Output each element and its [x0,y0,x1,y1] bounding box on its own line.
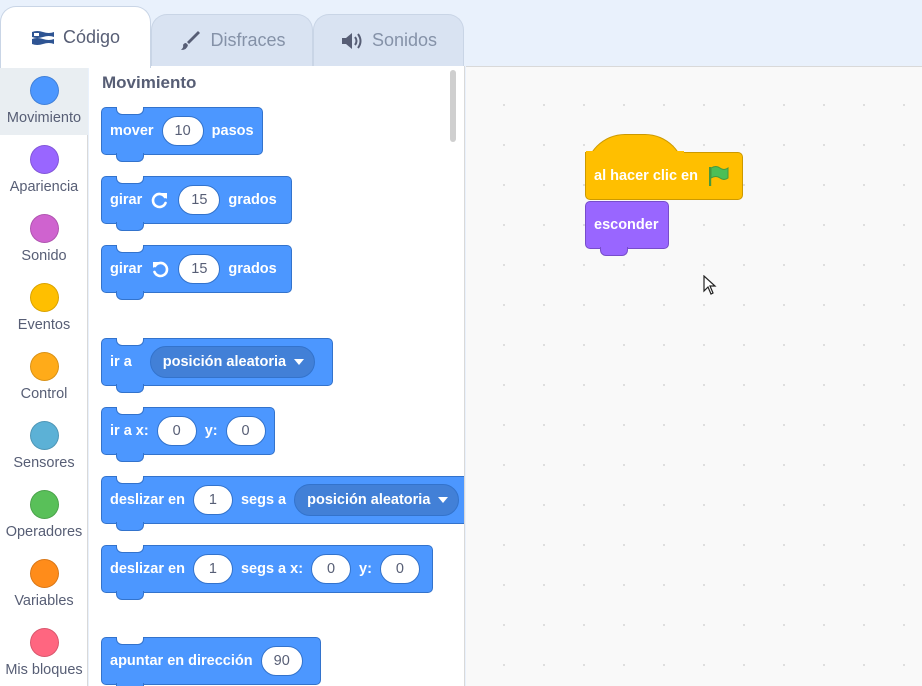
block-palette: Movimiento mover 10 pasos girar 15 grado… [89,66,465,686]
y-input[interactable]: 0 [379,554,420,584]
category-label: Movimiento [6,110,82,126]
category-label: Mis bloques [5,662,83,678]
category-control[interactable]: Control [0,342,88,411]
x-input[interactable]: 0 [311,554,352,584]
category-events[interactable]: Eventos [0,273,88,342]
category-sound[interactable]: Sonido [0,204,88,273]
chevron-down-icon [438,497,449,503]
category-label: Sonido [21,248,67,264]
hat-block-seam [586,151,684,155]
block-label: deslizar en [110,492,185,508]
block-label: segs a x: [240,561,304,577]
seconds-input[interactable]: 1 [192,485,233,515]
editor-tab-bar: Código Disfraces Sonidos [0,0,922,68]
block-point-in-direction[interactable]: apuntar en dirección 90 [101,637,321,686]
degrees-input[interactable]: 15 [178,185,221,215]
block-label: apuntar en dirección [110,653,253,669]
green-flag-icon [706,165,730,187]
category-dot [29,283,59,312]
block-label: pasos [211,123,254,139]
go-to-target-dropdown[interactable]: posición aleatoria [149,346,316,378]
category-looks[interactable]: Apariencia [0,135,88,204]
category-dot [29,421,59,450]
category-label: Sensores [13,455,75,471]
brush-icon [178,29,202,53]
direction-input[interactable]: 90 [260,646,303,676]
dropdown-value: posición aleatoria [307,492,431,508]
block-label: mover [110,123,154,139]
category-dot [29,628,59,657]
category-motion[interactable]: Movimiento [0,66,88,135]
block-label: ir a [110,354,132,370]
category-operators[interactable]: Operadores [0,480,88,549]
category-my-blocks[interactable]: Mis bloques [0,618,88,686]
block-label: segs a [240,492,287,508]
block-turn-right[interactable]: girar 15 grados [101,176,292,231]
chevron-down-icon [294,359,305,365]
palette-section-title: Movimiento [102,73,197,92]
tab-sounds[interactable]: Sonidos [313,14,464,66]
category-label: Control [20,386,68,402]
tab-code[interactable]: Código [0,6,151,68]
block-label: y: [359,561,372,577]
block-label: girar [110,261,143,277]
tab-code-label: Código [62,27,121,47]
category-dot [29,559,59,588]
block-label: y: [204,423,218,439]
block-when-flag-clicked[interactable]: al hacer clic en [585,134,743,202]
block-hide[interactable]: esconder [585,201,669,256]
degrees-input[interactable]: 15 [178,254,221,284]
block-label: al hacer clic en [594,168,698,184]
block-go-to[interactable]: ir a posición aleatoria [101,338,333,393]
block-glide-to[interactable]: deslizar en 1 segs a posición aleatoria [101,476,464,531]
category-dot [29,76,59,105]
block-glide-to-xy[interactable]: deslizar en 1 segs a x: 0 y: 0 [101,545,433,600]
tab-costumes[interactable]: Disfraces [151,14,313,66]
category-dot [29,214,59,243]
seconds-input[interactable]: 1 [192,554,233,584]
x-input[interactable]: 0 [156,416,197,446]
block-label: esconder [594,217,659,233]
palette-scrollbar[interactable] [450,70,456,142]
rotate-counterclockwise-icon [150,259,170,279]
category-menu: Movimiento Apariencia Sonido Eventos Con… [0,66,88,686]
steps-input[interactable]: 10 [161,116,204,146]
y-input[interactable]: 0 [225,416,266,446]
block-label: grados [228,192,277,208]
block-label: deslizar en [110,561,185,577]
glide-target-dropdown[interactable]: posición aleatoria [294,484,460,516]
block-go-to-xy[interactable]: ir a x: 0 y: 0 [101,407,275,462]
category-dot [29,490,59,519]
category-variables[interactable]: Variables [0,549,88,618]
dropdown-value: posición aleatoria [162,354,287,370]
block-label: ir a x: [110,423,149,439]
category-dot [29,145,59,174]
category-label: Apariencia [9,179,79,195]
category-label: Eventos [17,317,71,333]
category-label: Variables [14,593,74,609]
tab-costumes-label: Disfraces [210,30,286,50]
block-turn-left[interactable]: girar 15 grados [101,245,292,300]
block-label: girar [110,192,143,208]
rotate-clockwise-icon [150,190,170,210]
hat-block-body: al hacer clic en [585,152,743,200]
tab-sounds-label: Sonidos [371,30,438,50]
block-label: grados [228,261,277,277]
speaker-icon [340,31,364,51]
category-label: Operadores [5,524,83,540]
code-icon [31,29,55,47]
category-sensing[interactable]: Sensores [0,411,88,480]
mouse-pointer-icon [703,274,717,300]
category-dot [29,352,59,381]
block-move-steps[interactable]: mover 10 pasos [101,107,263,162]
